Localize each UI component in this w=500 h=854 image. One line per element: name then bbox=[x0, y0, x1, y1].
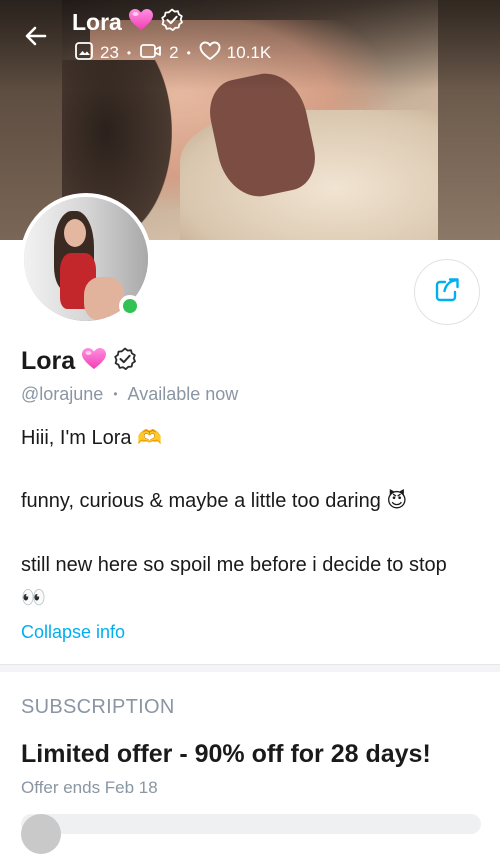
header-title: Lora bbox=[72, 6, 184, 38]
offer-title: Limited offer - 90% off for 28 days! bbox=[21, 740, 431, 768]
pink-heart-icon bbox=[81, 347, 107, 376]
subscribe-button-peek[interactable] bbox=[21, 814, 481, 834]
separator-dot: • bbox=[113, 387, 118, 401]
video-icon bbox=[139, 41, 163, 66]
section-divider bbox=[0, 664, 500, 672]
profile-name: Lora bbox=[21, 346, 76, 375]
back-button[interactable] bbox=[18, 20, 54, 56]
collapse-info-link[interactable]: Collapse info bbox=[21, 622, 125, 643]
offer-ends: Offer ends Feb 18 bbox=[21, 778, 158, 797]
share-button[interactable] bbox=[414, 259, 480, 325]
bio-line: Hiii, I'm Lora 🫶 bbox=[21, 427, 162, 449]
top-bar: Lora 23 • 2 • 10.1K bbox=[0, 0, 500, 80]
separator-dot: • bbox=[186, 46, 191, 60]
likes-count: 10.1K bbox=[199, 41, 271, 66]
online-status-indicator bbox=[119, 295, 141, 317]
heart-outline-icon bbox=[199, 41, 221, 66]
header-name: Lora bbox=[72, 8, 122, 35]
photos-count-value: 23 bbox=[100, 43, 119, 62]
profile-handle: @lorajune bbox=[21, 383, 104, 404]
separator-dot: • bbox=[126, 46, 132, 60]
likes-count-value: 10.1K bbox=[226, 43, 272, 62]
arrow-left-icon bbox=[23, 23, 49, 54]
pink-heart-icon bbox=[128, 8, 154, 37]
share-icon bbox=[433, 276, 461, 309]
photos-count: 23 bbox=[74, 41, 119, 66]
bio-line: funny, curious & maybe a little too dari… bbox=[21, 490, 408, 512]
bio-line: still new here so spoil me before i deci… bbox=[21, 554, 447, 576]
header-stats: 23 • 2 • 10.1K bbox=[74, 41, 271, 66]
availability-status: Available now bbox=[127, 383, 239, 404]
verified-badge-icon bbox=[160, 8, 184, 37]
avatar-peek bbox=[21, 814, 61, 854]
profile-name-row: Lora bbox=[21, 344, 137, 378]
handle-row: @lorajune • Available now bbox=[21, 383, 238, 405]
subscription-section-title: SUBSCRIPTION bbox=[21, 696, 175, 718]
videos-count-value: 2 bbox=[169, 43, 179, 62]
bio-line: 👀 bbox=[21, 587, 46, 609]
image-icon bbox=[74, 41, 94, 66]
videos-count: 2 bbox=[139, 41, 179, 66]
verified-badge-icon bbox=[113, 347, 137, 376]
